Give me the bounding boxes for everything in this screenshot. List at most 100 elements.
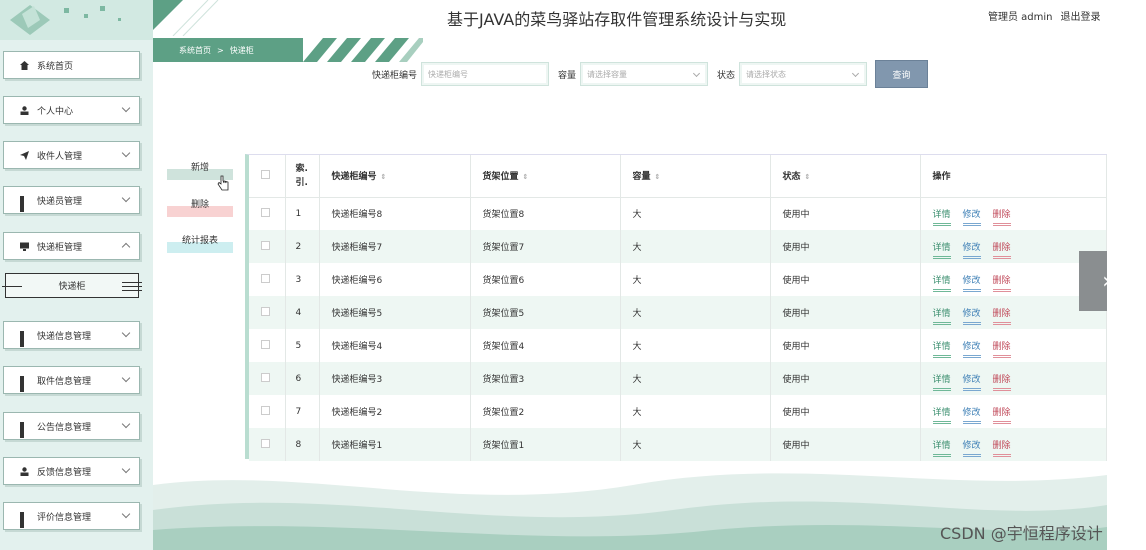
sidebar-item-label: 个人中心 (37, 106, 74, 117)
sort-icon[interactable]: ⇕ (381, 173, 387, 181)
search-status: 状态 请选择状态 (717, 62, 868, 86)
home-icon (20, 60, 29, 70)
sort-icon[interactable]: ⇕ (523, 173, 529, 181)
sidebar-item-home[interactable]: 系统首页 (3, 51, 140, 79)
sidebar-item-express-info[interactable]: 快递信息管理 (3, 321, 140, 349)
cell-status: 使用中 (770, 395, 921, 428)
cell-status: 使用中 (770, 329, 921, 362)
logout-link[interactable]: 退出登录 (1061, 8, 1101, 23)
chevron-up-icon (121, 242, 131, 252)
edit-link[interactable]: 修改 (962, 375, 981, 391)
table-row[interactable]: 3 快递柜编号6 货架位置6 大使用中 详情 修改 删除 (249, 263, 1107, 296)
sidebar: 系统首页 个人中心 收件人管理 快递员管理 快递柜管理 快递柜 快递信息管理 取… (0, 0, 153, 550)
table-row[interactable]: 5 快递柜编号4 货架位置4 大使用中 详情 修改 删除 (249, 329, 1107, 362)
grid-icon (20, 330, 29, 347)
edit-link[interactable]: 修改 (962, 210, 981, 227)
cell-position: 货架位置3 (470, 362, 621, 395)
sidebar-item-locker[interactable]: 快递柜管理 (3, 232, 140, 260)
detail-link[interactable]: 详情 (932, 210, 951, 227)
select-all-checkbox[interactable] (261, 169, 270, 179)
row-checkbox[interactable] (261, 207, 270, 217)
delete-button[interactable]: 删除 (167, 195, 233, 217)
sidebar-item-feedback-info[interactable]: 反馈信息管理 (3, 457, 140, 485)
cell-index: 5 (285, 329, 320, 362)
table-row[interactable]: 1 快递柜编号8 货架位置8 大使用中 详情 修改 删除 (249, 197, 1107, 230)
delete-link[interactable]: 删除 (992, 375, 1011, 391)
sidebar-item-notice-info[interactable]: 公告信息管理 (3, 412, 140, 440)
col-position[interactable]: 货架位置 ⇕ (470, 155, 621, 198)
user-icon (20, 466, 29, 476)
cell-position: 货架位置5 (470, 296, 621, 329)
sort-icon[interactable]: ⇕ (805, 173, 811, 181)
row-checkbox[interactable] (261, 339, 270, 349)
sidebar-item-label: 快递信息管理 (37, 331, 92, 342)
cell-code: 快递柜编号7 (319, 230, 471, 263)
locker-code-input[interactable]: 快递柜编号 (421, 62, 550, 86)
detail-link[interactable]: 详情 (932, 309, 951, 325)
sidebar-item-label: 评价信息管理 (37, 512, 92, 523)
row-checkbox[interactable] (261, 240, 270, 250)
row-checkbox[interactable] (261, 372, 270, 382)
cell-capacity: 大 (620, 329, 771, 362)
chevron-down-icon (121, 148, 131, 158)
cell-actions: 详情 修改 删除 (920, 362, 1107, 395)
delete-link[interactable]: 删除 (992, 210, 1011, 227)
edit-link[interactable]: 修改 (962, 309, 981, 325)
col-status[interactable]: 状态 ⇕ (770, 155, 921, 198)
detail-link[interactable]: 详情 (932, 342, 951, 358)
cell-index: 4 (285, 296, 320, 329)
sidebar-subitem-locker[interactable]: 快递柜 (2, 273, 142, 298)
search-button[interactable]: 查询 (875, 60, 928, 88)
header-decoration (153, 0, 219, 36)
user-icon (20, 105, 29, 115)
sidebar-item-courier[interactable]: 快递员管理 (3, 186, 140, 214)
edit-link[interactable]: 修改 (962, 408, 981, 424)
col-capacity[interactable]: 容量 ⇕ (620, 155, 771, 198)
next-arrow-button[interactable]: › (1079, 251, 1107, 311)
cell-index: 1 (285, 197, 320, 230)
cell-position: 货架位置6 (470, 263, 621, 296)
edit-link[interactable]: 修改 (962, 276, 981, 292)
sort-icon[interactable]: ⇕ (655, 173, 661, 181)
row-checkbox[interactable] (261, 273, 270, 283)
cell-code: 快递柜编号3 (319, 362, 471, 395)
table-row[interactable]: 4 快递柜编号5 货架位置5 大使用中 详情 修改 删除 (249, 296, 1107, 329)
chevron-down-icon (692, 69, 701, 78)
row-checkbox[interactable] (261, 306, 270, 316)
delete-link[interactable]: 删除 (992, 342, 1011, 358)
send-icon (20, 150, 29, 160)
status-select[interactable]: 请选择状态 (739, 62, 868, 86)
delete-link[interactable]: 删除 (992, 309, 1011, 325)
edit-link[interactable]: 修改 (962, 342, 981, 358)
delete-link[interactable]: 删除 (992, 276, 1011, 292)
detail-link[interactable]: 详情 (932, 243, 951, 259)
sidebar-item-label: 公告信息管理 (37, 422, 92, 433)
table-header-row: 索. 引. 快递柜编号 ⇕ 货架位置 ⇕ 容量 ⇕ 状态 ⇕ 操作 (249, 155, 1107, 198)
cell-index: 6 (285, 362, 320, 395)
breadcrumb-home[interactable]: 系统首页 (179, 45, 211, 56)
sidebar-item-personal[interactable]: 个人中心 (3, 96, 140, 124)
edit-link[interactable]: 修改 (962, 243, 981, 259)
stats-report-button[interactable]: 统计报表 (167, 231, 233, 253)
breadcrumb-stripes (303, 38, 423, 62)
detail-link[interactable]: 详情 (932, 375, 951, 391)
sidebar-item-recipient[interactable]: 收件人管理 (3, 141, 140, 169)
cell-capacity: 大 (620, 263, 771, 296)
detail-link[interactable]: 详情 (932, 276, 951, 292)
table-row[interactable]: 2 快递柜编号7 货架位置7 大使用中 详情 修改 删除 (249, 230, 1107, 263)
capacity-select[interactable]: 请选择容量 (580, 62, 709, 86)
delete-link[interactable]: 删除 (992, 243, 1011, 259)
cell-actions: 详情 修改 删除 (920, 197, 1107, 230)
table-row[interactable]: 6 快递柜编号3 货架位置3 大使用中 详情 修改 删除 (249, 362, 1107, 395)
sidebar-item-review-info[interactable]: 评价信息管理 (3, 502, 140, 530)
col-code[interactable]: 快递柜编号 ⇕ (319, 155, 471, 198)
row-checkbox[interactable] (261, 405, 270, 415)
search-label: 快递柜编号 (372, 70, 418, 81)
sidebar-item-pickup-info[interactable]: 取件信息管理 (3, 366, 140, 394)
sidebar-item-label: 快递员管理 (37, 196, 83, 207)
row-checkbox[interactable] (261, 438, 270, 448)
cell-status: 使用中 (770, 362, 921, 395)
delete-link[interactable]: 删除 (992, 408, 1011, 424)
table-row[interactable]: 7 快递柜编号2 货架位置2 大使用中 详情 修改 删除 (249, 395, 1107, 428)
detail-link[interactable]: 详情 (932, 408, 951, 424)
